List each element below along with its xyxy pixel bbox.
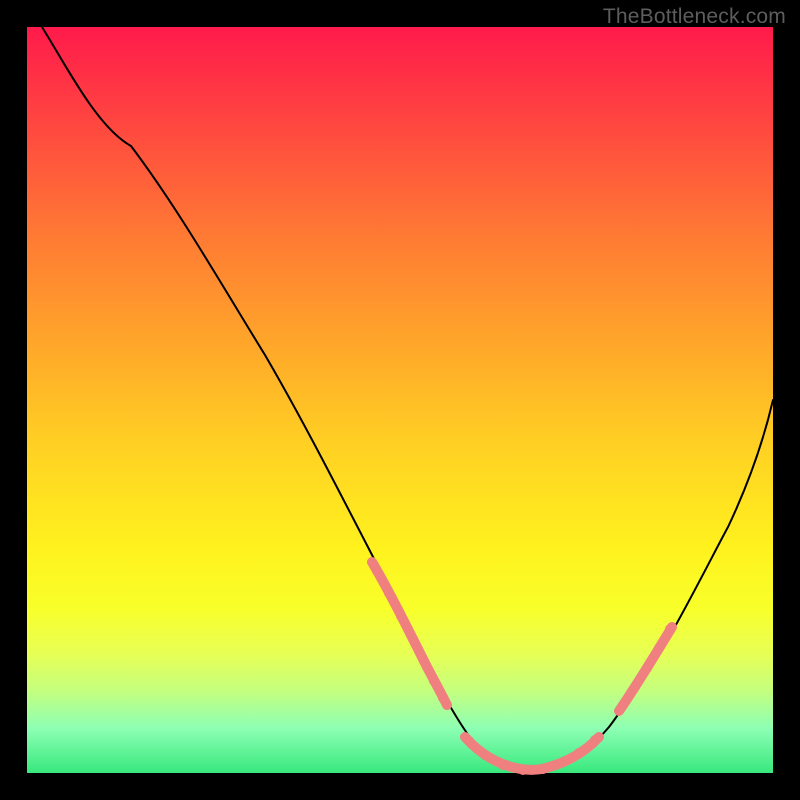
watermark-text: TheBottleneck.com: [603, 5, 786, 29]
marker-beads: [372, 566, 675, 775]
chart-frame: TheBottleneck.com: [0, 0, 800, 800]
curve-svg: [27, 27, 773, 773]
plot-gradient-area: [27, 27, 773, 773]
bottleneck-curve-path: [42, 27, 773, 770]
